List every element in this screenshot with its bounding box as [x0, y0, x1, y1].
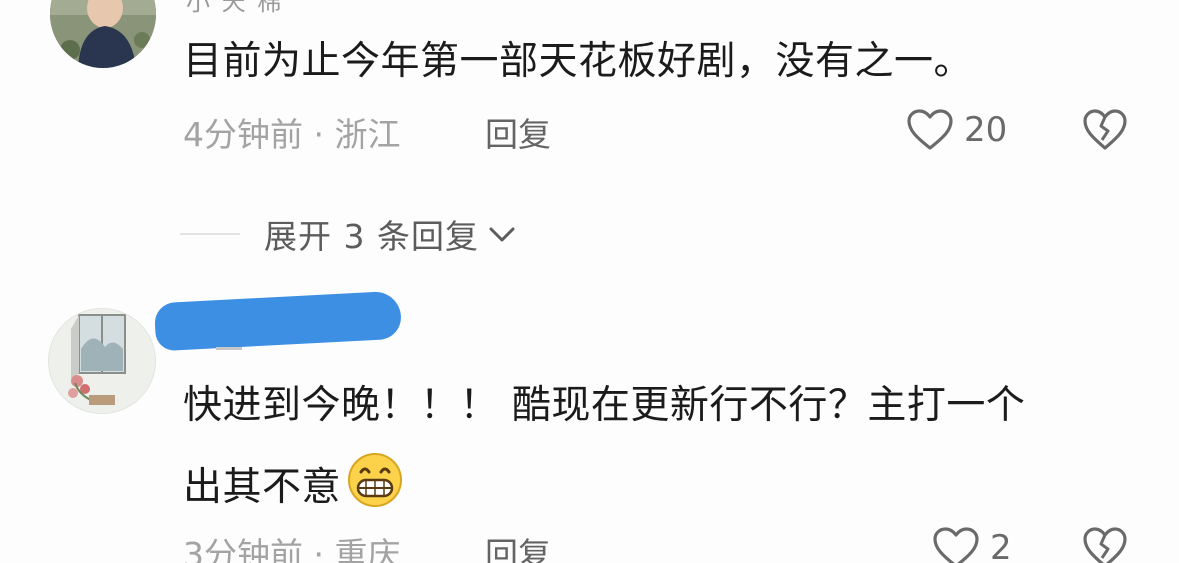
avatar-photo-icon: [50, 0, 156, 68]
broken-heart-icon: [1083, 527, 1127, 563]
like-count: 2: [990, 528, 1012, 563]
like-button[interactable]: 20: [906, 108, 1007, 152]
username[interactable]: 小 天 棉: [186, 0, 283, 17]
expand-replies-label: 展开 3 条回复: [264, 217, 479, 256]
username-redaction: [153, 290, 403, 352]
heart-icon: [907, 109, 953, 150]
divider: [180, 233, 240, 235]
comment-text: 目前为止今年第一部天花板好剧，没有之一。: [183, 39, 974, 84]
expand-replies[interactable]: 展开 3 条回复: [180, 210, 517, 258]
dislike-button[interactable]: [1082, 526, 1128, 563]
avatar[interactable]: [48, 308, 156, 414]
like-count: 20: [964, 110, 1008, 150]
comment-list: 小 天 棉 目前为止今年第一部天花板好剧，没有之一。 4分钟前 · 浙江 回复 …: [0, 0, 1179, 563]
reply-button[interactable]: 回复: [485, 528, 551, 563]
avatar[interactable]: [50, 0, 156, 68]
reply-button[interactable]: 回复: [485, 108, 551, 156]
comment-time-location: 4分钟前 · 浙江: [183, 115, 401, 154]
comment-text: 快进到今晚！！！ 酷现在更新行不行？主打一个: [183, 383, 1026, 428]
dislike-button[interactable]: [1082, 108, 1128, 156]
avatar-window-flowers-icon: [49, 309, 155, 413]
grinning-face-emoji-icon: [347, 452, 403, 524]
comment-text-line2: 出其不意: [183, 452, 403, 524]
chevron-down-icon: [489, 227, 515, 242]
username-redaction-tail: [216, 347, 242, 350]
broken-heart-icon: [1083, 109, 1127, 150]
heart-icon: [933, 527, 979, 563]
like-button[interactable]: 2: [932, 526, 1012, 563]
comment-time-location: 3分钟前 · 重庆: [183, 535, 401, 563]
comment-text-continuation: 出其不意: [183, 465, 342, 510]
